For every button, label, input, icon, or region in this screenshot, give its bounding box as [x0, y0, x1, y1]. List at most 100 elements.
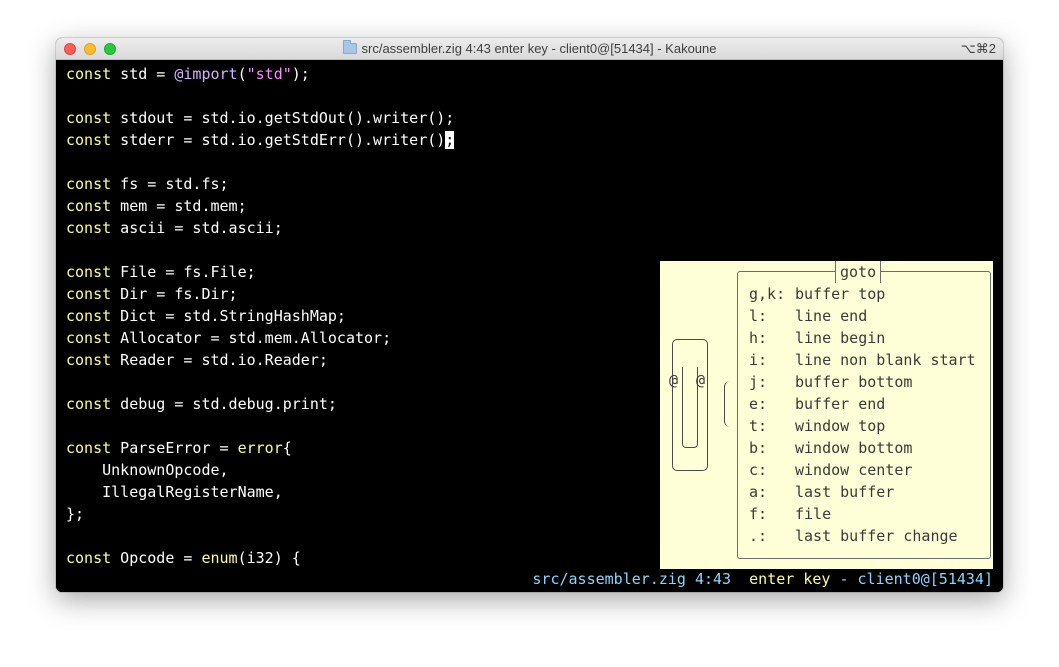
goto-menu-item[interactable]: i: line non blank start [749, 349, 976, 371]
code-line[interactable]: const mem = std.mem; [66, 195, 454, 217]
goto-menu-items: g,k: buffer top l: line end h: line begin i: li… [749, 283, 976, 547]
code-token: const [66, 219, 112, 237]
window-title: src/assembler.zig 4:43 enter key - clien… [361, 41, 717, 56]
goto-label: window top [795, 417, 886, 435]
status-file-position: src/assembler.zig 4:43 [532, 570, 732, 588]
code-line[interactable] [66, 415, 454, 437]
code-token: const [66, 197, 112, 215]
code-line[interactable]: IllegalRegisterName, [66, 481, 454, 503]
code-token: ascii = std.ascii; [111, 219, 283, 237]
goto-key: g,k: [749, 285, 786, 303]
terminal-window: src/assembler.zig 4:43 enter key - clien… [56, 38, 1003, 592]
goto-menu-item[interactable]: j: buffer bottom [749, 371, 976, 393]
goto-menu-item[interactable]: f: file [749, 503, 976, 525]
code-token: UnknownOpcode, [66, 461, 229, 479]
code-token: const [66, 65, 112, 83]
status-line: src/assembler.zig 4:43 enter key - clien… [532, 570, 993, 588]
goto-label: file [795, 505, 832, 523]
code-token: @import [174, 65, 238, 83]
goto-key: j: [749, 373, 768, 391]
clippy-assistant: @ @ [668, 337, 738, 477]
code-token: (i32) { [237, 549, 301, 567]
goto-key: a: [749, 483, 768, 501]
goto-key: .: [749, 527, 768, 545]
code-line[interactable] [66, 239, 454, 261]
code-token: fs = std.fs; [111, 175, 229, 193]
code-line[interactable] [66, 151, 454, 173]
code-token: debug = std.debug.print; [111, 395, 337, 413]
code-line[interactable]: const fs = std.fs; [66, 173, 454, 195]
goto-label: buffer end [795, 395, 886, 413]
code-line[interactable]: const debug = std.debug.print; [66, 393, 454, 415]
goto-label: line end [795, 307, 868, 325]
code-token: Allocator = std.mem.Allocator; [111, 329, 392, 347]
goto-label: line non blank start [795, 351, 976, 369]
goto-label: last buffer change [795, 527, 958, 545]
goto-key: i: [749, 351, 768, 369]
code-token: const [66, 307, 112, 325]
goto-menu-item[interactable]: t: window top [749, 415, 976, 437]
code-line[interactable]: const stdout = std.io.getStdOut().writer… [66, 107, 454, 129]
code-line[interactable]: const ascii = std.ascii; [66, 217, 454, 239]
code-token: const [66, 329, 112, 347]
code-line[interactable]: const Opcode = enum(i32) { [66, 547, 454, 569]
code-view[interactable]: const std = @import("std"); const stdout … [66, 63, 455, 569]
code-line[interactable] [66, 371, 454, 393]
code-token: const [66, 549, 112, 567]
goto-label: line begin [795, 329, 886, 347]
goto-menu-item[interactable]: g,k: buffer top [749, 283, 976, 305]
goto-key: c: [749, 461, 768, 479]
code-token: stderr = std.io.getStdErr().writer() [111, 131, 446, 149]
goto-menu-item[interactable]: b: window bottom [749, 437, 976, 459]
code-line[interactable] [66, 85, 454, 107]
goto-key: b: [749, 439, 768, 457]
editor-buffer[interactable]: const std = @import("std"); const stdout … [56, 60, 1003, 592]
goto-key: l: [749, 307, 768, 325]
title-bar[interactable]: src/assembler.zig 4:43 enter key - clien… [56, 38, 1003, 60]
code-token: enum [201, 549, 238, 567]
code-line[interactable]: const Dict = std.StringHashMap; [66, 305, 454, 327]
code-token: mem = std.mem; [111, 197, 247, 215]
code-line[interactable]: const std = @import("std"); [66, 63, 454, 85]
goto-label: window center [795, 461, 913, 479]
code-token: const [66, 395, 112, 413]
code-line[interactable]: const Dir = fs.Dir; [66, 283, 454, 305]
code-line[interactable]: const stderr = std.io.getStdErr().writer… [66, 129, 455, 151]
code-line[interactable]: const File = fs.File; [66, 261, 454, 283]
code-token: const [66, 263, 112, 281]
code-line[interactable]: }; [66, 503, 454, 525]
goto-menu-item[interactable]: e: buffer end [749, 393, 976, 415]
goto-menu-item[interactable]: h: line begin [749, 327, 976, 349]
code-token: Dir = fs.Dir; [111, 285, 238, 303]
code-token: const [66, 175, 112, 193]
code-token: const [66, 351, 112, 369]
goto-menu-title: goto [835, 261, 882, 283]
goto-info-box: @ @ goto g,k: buffer top l: line end h: line … [660, 261, 993, 569]
code-token: stdout = std.io.getStdOut().writer(); [111, 109, 455, 127]
code-line[interactable]: const Allocator = std.mem.Allocator; [66, 327, 454, 349]
code-line[interactable]: UnknownOpcode, [66, 459, 454, 481]
code-token: "std" [246, 65, 292, 83]
code-token: std = [111, 65, 175, 83]
goto-menu-item[interactable]: .: last buffer change [749, 525, 976, 547]
goto-key: h: [749, 329, 768, 347]
code-token: Reader = std.io.Reader; [111, 351, 328, 369]
folder-icon [342, 40, 357, 54]
code-token: const [66, 285, 112, 303]
code-token: error [237, 439, 283, 457]
goto-menu-item[interactable]: c: window center [749, 459, 976, 481]
clippy-right-eye: @ [696, 371, 706, 389]
goto-key: t: [749, 417, 768, 435]
code-line[interactable] [66, 525, 454, 547]
code-line[interactable]: const ParseError = error{ [66, 437, 454, 459]
goto-menu-item[interactable]: a: last buffer [749, 481, 976, 503]
code-token: const [66, 131, 112, 149]
goto-label: last buffer [795, 483, 895, 501]
code-token: File = fs.File; [111, 263, 256, 281]
status-mode: enter key [749, 570, 831, 588]
goto-key: e: [749, 395, 768, 413]
goto-menu-item[interactable]: l: line end [749, 305, 976, 327]
goto-label: buffer top [795, 285, 886, 303]
code-line[interactable]: const Reader = std.io.Reader; [66, 349, 454, 371]
code-token: ( [237, 65, 247, 83]
